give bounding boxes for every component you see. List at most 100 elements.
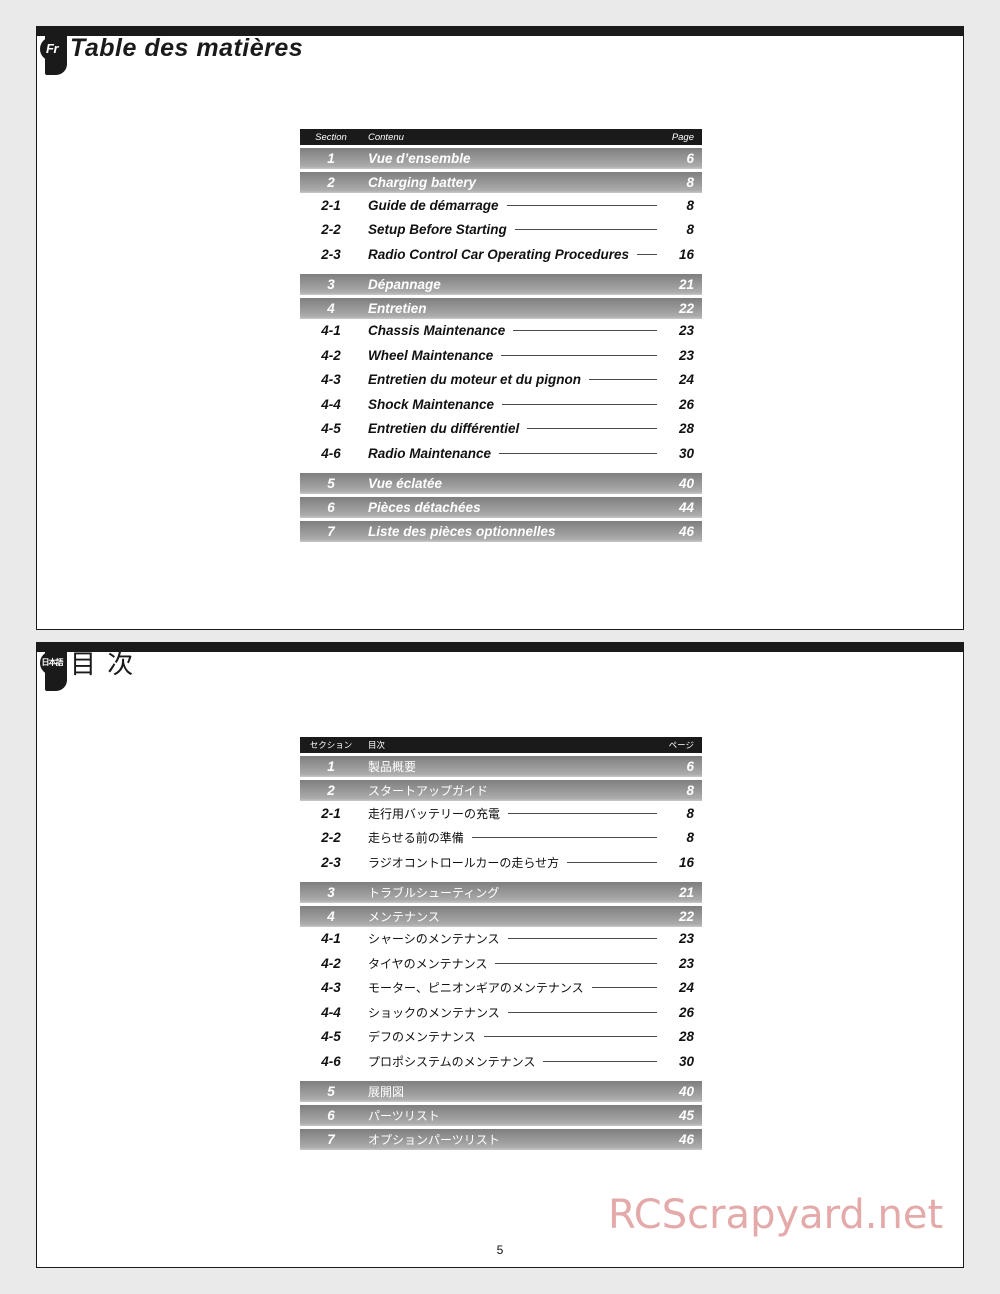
toc-row[interactable]: 4-1 シャーシのメンテナンス 23 xyxy=(300,926,702,951)
toc-row[interactable]: 4-3 モーター、ピニオンギアのメンテナンス 24 xyxy=(300,975,702,1000)
toc-row-title: シャーシのメンテナンス xyxy=(368,932,500,947)
toc-row[interactable]: 4-6 Radio Maintenance 30 xyxy=(300,441,702,466)
toc-row[interactable]: 4-5 Entretien du différentiel 28 xyxy=(300,416,702,441)
page-title-japanese: 目 次 xyxy=(70,649,136,679)
toc-row-page: 28 xyxy=(678,421,694,437)
toc-row-section: 6 xyxy=(327,1107,335,1123)
site-watermark: RCScrapyard.net xyxy=(608,1192,944,1238)
toc-body-japanese: 1 製品概要 6 2 スタートアップガイド 8 2-1 走行用バッテリーの充電 8 2-2 走らせる… xyxy=(300,756,702,1150)
toc-leader-line xyxy=(507,1011,657,1013)
toc-row-title: Entretien xyxy=(368,300,427,316)
toc-row-title: Entretien du différentiel xyxy=(368,421,520,437)
toc-row-page: 21 xyxy=(678,884,694,900)
toc-row[interactable]: 5 展開図 40 xyxy=(300,1080,702,1102)
toc-row-title: プロポシステムのメンテナンス xyxy=(368,1054,536,1069)
toc-row-section: 4-1 xyxy=(321,323,341,339)
toc-row[interactable]: 4-2 タイヤのメンテナンス 23 xyxy=(300,951,702,976)
toc-row[interactable]: 7 Liste des pièces optionnelles 46 xyxy=(300,520,702,542)
toc-row-page: 46 xyxy=(678,1131,694,1147)
toc-row[interactable]: 4-1 Chassis Maintenance 23 xyxy=(300,318,702,343)
toc-row-page: 24 xyxy=(678,372,694,388)
toc-row-page: 23 xyxy=(678,323,694,339)
toc-row-section: 4-6 xyxy=(321,445,341,461)
toc-row-title: メンテナンス xyxy=(368,909,440,924)
toc-leader-line xyxy=(499,452,657,454)
toc-row[interactable]: 4-6 プロポシステムのメンテナンス 30 xyxy=(300,1049,702,1074)
toc-row[interactable]: 6 Pièces détachées 44 xyxy=(300,496,702,518)
toc-row-page: 44 xyxy=(678,499,694,515)
page-number: 5 xyxy=(496,1243,504,1257)
toc-row[interactable]: 1 製品概要 6 xyxy=(300,756,702,777)
toc-row-page: 16 xyxy=(678,246,694,262)
toc-row-title: デフのメンテナンス xyxy=(368,1030,476,1045)
toc-row[interactable]: 1 Vue d’ensemble 6 xyxy=(300,148,702,169)
toc-header-row: Section Contenu Page xyxy=(300,129,702,145)
table-of-contents-japanese: セクション 目次 ページ 1 製品概要 6 2 スタートアップガイド 8 2-1 走行用バッテ… xyxy=(300,737,702,1150)
toc-row-section: 4-3 xyxy=(321,372,341,388)
toc-row-section: 2-3 xyxy=(321,854,341,870)
toc-row-page: 8 xyxy=(686,805,694,821)
toc-row-page: 46 xyxy=(678,523,694,539)
toc-row-section: 3 xyxy=(327,884,335,900)
toc-row[interactable]: 4-3 Entretien du moteur et du pignon 24 xyxy=(300,367,702,392)
toc-row[interactable]: 6 パーツリスト 45 xyxy=(300,1104,702,1126)
toc-row-page: 23 xyxy=(678,931,694,947)
toc-leader-line xyxy=(471,837,657,839)
toc-row[interactable]: 2 スタートアップガイド 8 xyxy=(300,780,702,801)
toc-row-page: 26 xyxy=(678,1004,694,1020)
toc-row-page: 8 xyxy=(686,197,694,213)
manual-sheet: Fr Table des matières Section Contenu Pa… xyxy=(0,0,1000,1294)
toc-row[interactable]: 7 オプションパーツリスト 46 xyxy=(300,1128,702,1150)
toc-row[interactable]: 4-5 デフのメンテナンス 28 xyxy=(300,1024,702,1049)
toc-row-page: 23 xyxy=(678,347,694,363)
toc-row[interactable]: 4-4 Shock Maintenance 26 xyxy=(300,392,702,417)
toc-row-title: タイヤのメンテナンス xyxy=(368,956,488,971)
toc-row-section: 2 xyxy=(327,783,335,798)
toc-row[interactable]: 2-2 Setup Before Starting 8 xyxy=(300,217,702,242)
toc-row[interactable]: 3 Dépannage 21 xyxy=(300,273,702,295)
toc-row[interactable]: 2-1 Guide de démarrage 8 xyxy=(300,193,702,218)
toc-row-section: 4-1 xyxy=(321,931,341,947)
toc-row-title: Vue éclatée xyxy=(368,475,443,491)
toc-row-section: 2-2 xyxy=(321,830,341,846)
toc-header-content: Contenu xyxy=(368,131,404,143)
toc-row-title: パーツリスト xyxy=(368,1108,440,1123)
toc-row-page: 23 xyxy=(678,955,694,971)
toc-row-section: 4-4 xyxy=(321,1004,341,1020)
toc-row-page: 8 xyxy=(686,175,694,190)
toc-row[interactable]: 4-2 Wheel Maintenance 23 xyxy=(300,343,702,368)
toc-row-page: 40 xyxy=(678,475,694,491)
toc-row-section: 4-5 xyxy=(321,421,341,437)
toc-row[interactable]: 4 Entretien 22 xyxy=(300,297,702,319)
toc-row-section: 1 xyxy=(327,759,335,774)
toc-row-section: 3 xyxy=(327,276,335,292)
toc-row-page: 22 xyxy=(678,908,694,924)
toc-leader-line xyxy=(506,204,657,206)
toc-row-page: 30 xyxy=(678,445,694,461)
toc-row-title: 製品概要 xyxy=(368,760,417,774)
toc-row-title: Guide de démarrage xyxy=(368,197,499,213)
toc-row[interactable]: 2-2 走らせる前の準備 8 xyxy=(300,825,702,850)
toc-row[interactable]: 5 Vue éclatée 40 xyxy=(300,472,702,494)
toc-row[interactable]: 2-3 ラジオコントロールカーの走らせ方 16 xyxy=(300,850,702,875)
toc-row-page: 6 xyxy=(686,151,694,166)
toc-row-title: Pièces détachées xyxy=(368,499,481,515)
toc-row-title: モーター、ピニオンギアのメンテナンス xyxy=(368,981,584,996)
toc-leader-line xyxy=(502,403,657,405)
toc-leader-line xyxy=(495,962,657,964)
toc-group-spacer xyxy=(300,267,702,271)
toc-row[interactable]: 4 メンテナンス 22 xyxy=(300,905,702,927)
toc-header-section: セクション xyxy=(309,740,353,750)
toc-row-page: 6 xyxy=(686,759,694,774)
toc-group-spacer xyxy=(300,466,702,470)
toc-row-section: 2-2 xyxy=(321,222,341,238)
toc-body-french: 1 Vue d’ensemble 6 2 Charging battery 8 2-1 Gui… xyxy=(300,148,702,542)
toc-row[interactable]: 4-4 ショックのメンテナンス 26 xyxy=(300,1000,702,1025)
toc-row[interactable]: 2-1 走行用バッテリーの充電 8 xyxy=(300,801,702,826)
toc-row-section: 2 xyxy=(327,175,335,190)
toc-row[interactable]: 2-3 Radio Control Car Operating Procedure… xyxy=(300,242,702,267)
toc-row[interactable]: 2 Charging battery 8 xyxy=(300,172,702,193)
toc-row-section: 5 xyxy=(327,475,335,491)
toc-leader-line xyxy=(501,354,657,356)
toc-row[interactable]: 3 トラブルシューティング 21 xyxy=(300,881,702,903)
